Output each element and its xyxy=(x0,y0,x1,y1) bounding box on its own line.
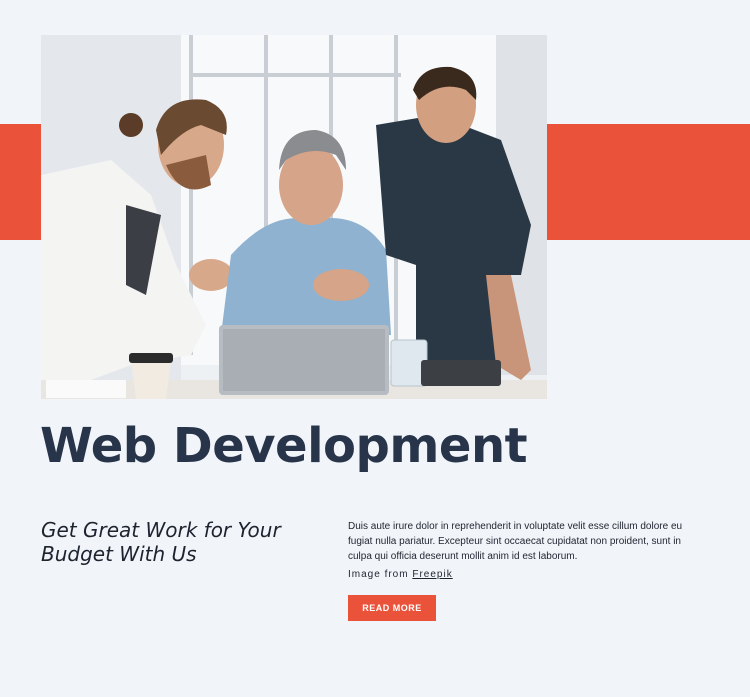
hero-image xyxy=(41,35,547,399)
credit-prefix: Image from xyxy=(348,569,409,580)
accent-band-left xyxy=(0,124,41,240)
page-title: Web Development xyxy=(40,418,528,474)
description-text: Duis aute irure dolor in reprehenderit i… xyxy=(348,521,683,562)
credit-link[interactable]: Freepik xyxy=(412,569,452,580)
subheading: Get Great Work for Your Budget With Us xyxy=(41,518,281,566)
image-credit: Image from Freepik xyxy=(348,569,453,580)
accent-band-right xyxy=(547,124,750,240)
read-more-button[interactable]: READ MORE xyxy=(348,595,436,621)
